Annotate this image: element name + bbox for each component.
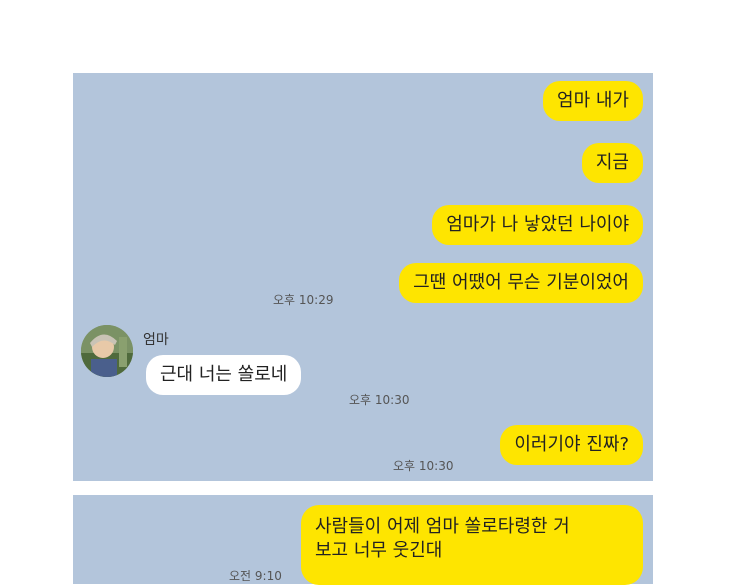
message-timestamp: 오후 10:29 bbox=[273, 293, 334, 307]
message-timestamp: 오전 9:10 bbox=[229, 569, 282, 583]
outgoing-message: 엄마가 나 낳았던 나이야 bbox=[432, 205, 643, 245]
message-line: 보고 너무 웃긴대 bbox=[315, 540, 443, 561]
incoming-message: 근대 너는 쏠로네 bbox=[146, 355, 302, 395]
message-line: 사람들이 어제 엄마 쏠로타령한 거 bbox=[315, 516, 570, 537]
outgoing-message: 그땐 어땠어 무슨 기분이었어 bbox=[399, 263, 643, 303]
avatar[interactable] bbox=[81, 325, 133, 377]
profile-photo-icon bbox=[81, 325, 133, 377]
chat-screenshot-2: 오전 9:10 사람들이 어제 엄마 쏠로타령한 거 보고 너무 웃긴대 bbox=[73, 495, 653, 585]
message-timestamp: 오후 10:30 bbox=[393, 459, 454, 473]
outgoing-message: 엄마 내가 bbox=[543, 81, 643, 121]
sender-name: 엄마 bbox=[143, 332, 169, 348]
outgoing-message: 사람들이 어제 엄마 쏠로타령한 거 보고 너무 웃긴대 bbox=[301, 505, 643, 585]
outgoing-message: 지금 bbox=[581, 143, 643, 183]
message-timestamp: 오후 10:30 bbox=[349, 393, 410, 407]
outgoing-message: 이러기야 진짜? bbox=[500, 425, 643, 465]
chat-screenshot-1: 엄마 내가 지금 엄마가 나 낳았던 나이야 오후 10:29 그땐 어땠어 무… bbox=[73, 73, 653, 481]
